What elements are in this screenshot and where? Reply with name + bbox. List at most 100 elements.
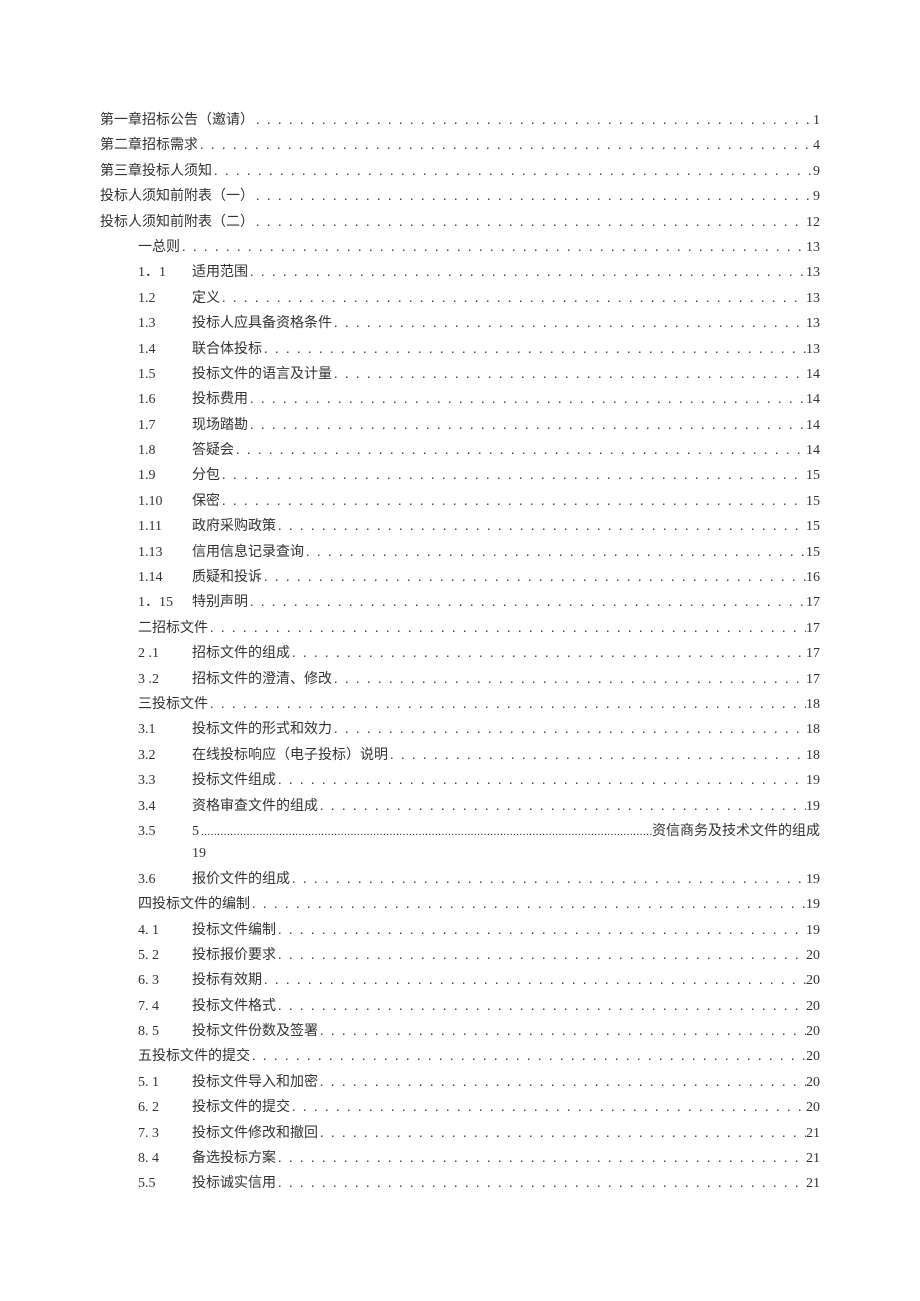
toc-entry-num: 3.4 <box>100 796 192 818</box>
toc-entry: 1.13信用信息记录查询15 <box>100 542 820 564</box>
toc-leader <box>262 567 806 589</box>
toc-entry: 1.14质疑和投诉16 <box>100 567 820 589</box>
toc-entry-page: 13 <box>806 237 820 259</box>
toc-leader <box>318 796 806 818</box>
toc-entry-special: 3.55资信商务及技术文件的组成19 <box>100 821 820 866</box>
toc-leader <box>248 262 806 284</box>
toc-entry-page: 19 <box>806 920 820 942</box>
toc-entry-num: 5.5 <box>100 1173 192 1195</box>
toc-entry: 6. 3投标有效期20 <box>100 970 820 992</box>
toc-entry-num: 1.13 <box>100 542 192 564</box>
toc-entry-page: 20 <box>806 1097 820 1119</box>
toc-leader <box>388 745 806 767</box>
toc-entry-label: 定义 <box>192 288 220 310</box>
toc-leader <box>276 516 806 538</box>
toc-leader <box>332 669 806 691</box>
toc-entry-page: 18 <box>806 745 820 767</box>
toc-leader <box>318 1072 806 1094</box>
toc-entry-page: 21 <box>806 1123 820 1145</box>
toc-entry-num: 8. 5 <box>100 1021 192 1043</box>
toc-leader <box>254 212 806 234</box>
toc-entry: 8. 5投标文件份数及签署20 <box>100 1021 820 1043</box>
toc-entry: 1.7现场踏勘14 <box>100 415 820 437</box>
toc-leader <box>248 415 806 437</box>
toc-leader <box>276 920 806 942</box>
toc-entry-page: 15 <box>806 491 820 513</box>
toc-leader <box>276 770 806 792</box>
toc-leader <box>248 592 806 614</box>
toc-leader <box>332 364 806 386</box>
toc-entry-num: 1．1 <box>100 262 192 284</box>
toc-entry-page: 18 <box>806 719 820 741</box>
toc-entry-page: 18 <box>806 694 820 716</box>
toc-entry-num: 1.10 <box>100 491 192 513</box>
toc-leader <box>332 313 806 335</box>
toc-entry-page: 12 <box>806 212 820 234</box>
toc-entry-page: 20 <box>806 1072 820 1094</box>
toc-entry: 5. 2投标报价要求20 <box>100 945 820 967</box>
toc-entry: 1.11政府采购政策15 <box>100 516 820 538</box>
toc-entry: 3.6报价文件的组成19 <box>100 869 820 891</box>
toc-leader <box>290 643 806 665</box>
toc-entry: 2 .1招标文件的组成 17 <box>100 643 820 665</box>
toc-entry-label: 投标人须知前附表（一） <box>100 186 254 208</box>
toc-entry-page: 17 <box>806 592 820 614</box>
toc-entry-page: 17 <box>806 618 820 640</box>
toc-entry-label: 政府采购政策 <box>192 516 276 538</box>
toc-entry-page: 4 <box>813 135 820 157</box>
toc-entry-page: 13 <box>806 262 820 284</box>
toc-leader <box>318 1123 806 1145</box>
toc-entry: 3 .2招标文件的澄清、修改17 <box>100 669 820 691</box>
toc-leader <box>276 945 806 967</box>
toc-entry: 四投标文件的编制19 <box>100 894 820 916</box>
toc-entry-label: 答疑会 <box>192 440 234 462</box>
toc-entry-label: 投标文件编制 <box>192 920 276 942</box>
toc-leader <box>262 970 806 992</box>
toc-entry-num: 2 .1 <box>100 643 192 665</box>
toc-entry-num: 1．15 <box>100 592 192 614</box>
toc-leader <box>254 110 813 132</box>
toc-entry: 三投标文件18 <box>100 694 820 716</box>
toc-entry: 3.4资格审查文件的组成19 <box>100 796 820 818</box>
toc-entry-label: 投标文件组成 <box>192 770 276 792</box>
toc-entry-label: 投标文件格式 <box>192 996 276 1018</box>
toc-entry-num: 3.1 <box>100 719 192 741</box>
toc-leader <box>180 237 806 259</box>
toc-entry: 3.1投标文件的形式和效力18 <box>100 719 820 741</box>
toc-entry-label: 投标报价要求 <box>192 945 276 967</box>
toc-entry-num: 8. 4 <box>100 1148 192 1170</box>
toc-entry-num: 1.7 <box>100 415 192 437</box>
toc-entry: 投标人须知前附表（一）9 <box>100 186 820 208</box>
toc-entry-page: 21 <box>806 1148 820 1170</box>
toc-entry-page-wrapped: 19 <box>100 843 820 865</box>
toc-entry-num: 1.14 <box>100 567 192 589</box>
toc-entry: 1.5投标文件的语言及计量14 <box>100 364 820 386</box>
toc-entry-label: 保密 <box>192 491 220 513</box>
toc-entry-num: 1.6 <box>100 389 192 411</box>
toc-entry-label: 适用范围 <box>192 262 248 284</box>
toc-entry-num: 7. 4 <box>100 996 192 1018</box>
toc-leader <box>250 1046 806 1068</box>
toc-entry: 一总则13 <box>100 237 820 259</box>
toc-entry-label: 招标文件的组成 <box>192 643 290 665</box>
toc-entry-page: 14 <box>806 415 820 437</box>
toc-entry-page: 17 <box>806 643 820 665</box>
toc-leader <box>332 719 806 741</box>
toc-entry-num: 1.5 <box>100 364 192 386</box>
toc-entry-page: 13 <box>806 339 820 361</box>
toc-entry-label: 投标费用 <box>192 389 248 411</box>
toc-entry-num: 3.3 <box>100 770 192 792</box>
toc-entry: 4. 1投标文件编制19 <box>100 920 820 942</box>
toc-entry: 1.2定义13 <box>100 288 820 310</box>
toc-entry-label: 投标诚实信用 <box>192 1173 276 1195</box>
toc-entry-label: 报价文件的组成 <box>192 869 290 891</box>
toc-entry-num: 7. 3 <box>100 1123 192 1145</box>
toc-entry-num: 1.11 <box>100 516 192 538</box>
toc-entry-page: 19 <box>806 770 820 792</box>
toc-entry: 1.4联合体投标13 <box>100 339 820 361</box>
toc-entry: 5.5投标诚实信用21 <box>100 1173 820 1195</box>
toc-leader <box>234 440 806 462</box>
toc-leader <box>262 339 806 361</box>
toc-entry-page: 20 <box>806 970 820 992</box>
toc-entry-page: 20 <box>806 1046 820 1068</box>
